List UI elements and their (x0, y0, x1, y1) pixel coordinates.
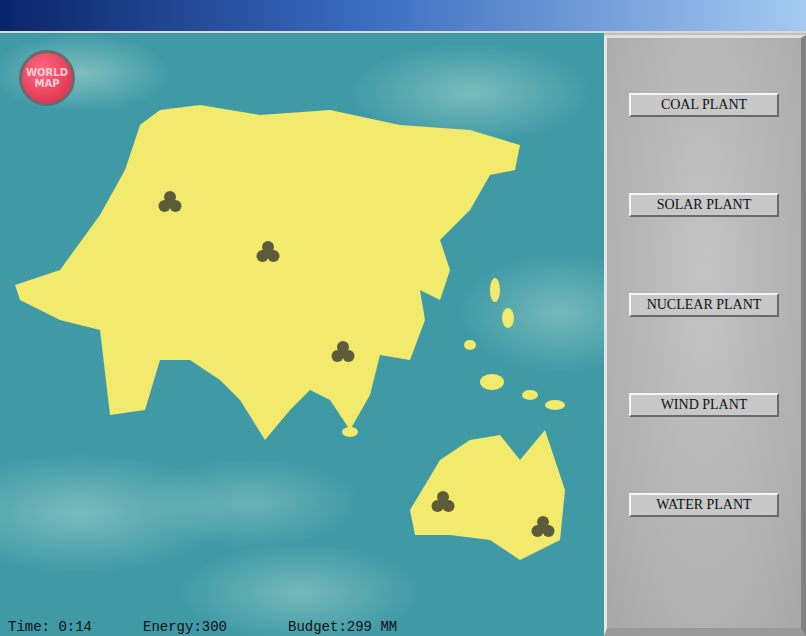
build-button[interactable]: COAL PLANT (629, 93, 779, 117)
build-button[interactable]: WIND PLANT (629, 393, 779, 417)
map-column: WORLD MAP Time: 0:14Energy:300Budget:299 … (0, 33, 604, 636)
world-map[interactable]: WORLD MAP (0, 33, 604, 618)
plant-site-icon[interactable] (157, 189, 183, 215)
plant-site-icon[interactable] (330, 339, 356, 365)
status-budget: Budget:299 MM (288, 618, 397, 636)
game-area: WORLD MAP Time: 0:14Energy:300Budget:299 … (0, 33, 806, 636)
game-window: WORLD MAP Time: 0:14Energy:300Budget:299 … (0, 0, 806, 636)
title-bar (0, 0, 806, 33)
world-map-button[interactable]: WORLD MAP (19, 50, 75, 106)
build-button[interactable]: NUCLEAR PLANT (629, 293, 779, 317)
build-panel: COAL PLANT SOLAR PLANT NUCLEAR PLANT WIND P… (604, 35, 806, 636)
plant-site-icon[interactable] (530, 514, 556, 540)
plant-site-icon[interactable] (430, 489, 456, 515)
status-time: Time: 0:14 (8, 618, 143, 636)
continents (0, 33, 604, 618)
build-button[interactable]: WATER PLANT (629, 493, 779, 517)
status-bar: Time: 0:14Energy:300Budget:299 MM (0, 618, 604, 636)
status-energy: Energy:300 (143, 618, 288, 636)
plant-site-icon[interactable] (255, 239, 281, 265)
build-button[interactable]: SOLAR PLANT (629, 193, 779, 217)
